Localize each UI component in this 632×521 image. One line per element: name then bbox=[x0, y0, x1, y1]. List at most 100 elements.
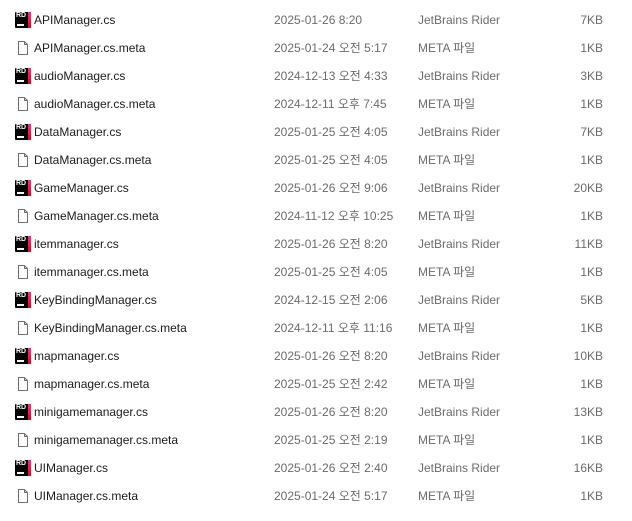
file-size: 3KB bbox=[580, 69, 603, 83]
file-size: 10KB bbox=[573, 349, 603, 363]
file-name: KeyBindingManager.cs.meta bbox=[34, 321, 187, 335]
file-size: 20KB bbox=[573, 181, 603, 195]
file-list: RD APIManager.cs 2025-01-26 8:20 JetBrains … bbox=[0, 0, 632, 510]
file-size: 1KB bbox=[580, 153, 603, 167]
file-modified-date: 2025-01-24 오전 5:17 bbox=[274, 489, 388, 503]
file-row[interactable]: UIManager.cs.meta 2025-01-24 오전 5:17 META … bbox=[0, 482, 632, 510]
file-row[interactable]: RD audioManager.cs 2024-12-13 오전 4:33 JetBr… bbox=[0, 62, 632, 90]
file-name: GameManager.cs.meta bbox=[34, 209, 159, 223]
file-name: UIManager.cs.meta bbox=[34, 489, 139, 503]
file-modified-date: 2024-12-11 오후 11:16 bbox=[274, 321, 393, 335]
file-name: DataManager.cs bbox=[34, 125, 122, 139]
file-row[interactable]: mapmanager.cs.meta 2025-01-25 오전 2:42 META… bbox=[0, 370, 632, 398]
file-name: APIManager.cs bbox=[34, 13, 116, 27]
file-type: JetBrains Rider bbox=[418, 349, 501, 363]
file-row[interactable]: RD GameManager.cs 2025-01-26 오전 9:06 JetBra… bbox=[0, 174, 632, 202]
file-modified-date: 2024-11-12 오후 10:25 bbox=[274, 209, 394, 223]
file-size: 7KB bbox=[580, 125, 603, 139]
file-name: mapmanager.cs bbox=[34, 349, 120, 363]
file-type: JetBrains Rider bbox=[418, 13, 501, 27]
file-name: minigamemanager.cs.meta bbox=[34, 433, 179, 447]
file-size: 1KB bbox=[580, 489, 603, 503]
file-size: 16KB bbox=[573, 461, 603, 475]
file-name: audioManager.cs bbox=[34, 69, 126, 83]
file-type: JetBrains Rider bbox=[418, 125, 501, 139]
file-size: 1KB bbox=[580, 41, 603, 55]
file-size: 13KB bbox=[573, 405, 603, 419]
file-type: JetBrains Rider bbox=[418, 405, 501, 419]
file-type: JetBrains Rider bbox=[418, 181, 501, 195]
file-icon bbox=[15, 96, 31, 112]
file-row[interactable]: GameManager.cs.meta 2024-11-12 오후 10:25 ME… bbox=[0, 202, 632, 230]
file-name: itemmanager.cs bbox=[34, 237, 119, 251]
file-icon bbox=[15, 264, 31, 280]
rider-icon: RD bbox=[15, 12, 31, 28]
file-row[interactable]: DataManager.cs.meta 2025-01-25 오전 4:05 MET… bbox=[0, 146, 632, 174]
file-type: JetBrains Rider bbox=[418, 69, 501, 83]
file-type: META 파일 bbox=[418, 209, 476, 223]
file-type: META 파일 bbox=[418, 377, 476, 391]
file-modified-date: 2025-01-25 오전 4:05 bbox=[274, 153, 388, 167]
rider-icon: RD bbox=[15, 348, 31, 364]
file-modified-date: 2024-12-13 오전 4:33 bbox=[274, 69, 388, 83]
rider-icon: RD bbox=[15, 460, 31, 476]
file-type: META 파일 bbox=[418, 153, 476, 167]
file-row[interactable]: minigamemanager.cs.meta 2025-01-25 오전 2:1… bbox=[0, 426, 632, 454]
file-modified-date: 2025-01-26 오전 9:06 bbox=[274, 181, 388, 195]
file-type: JetBrains Rider bbox=[418, 237, 501, 251]
rider-icon: RD bbox=[15, 236, 31, 252]
file-row[interactable]: RD KeyBindingManager.cs 2024-12-15 오전 2:06… bbox=[0, 286, 632, 314]
file-size: 1KB bbox=[580, 97, 603, 111]
file-icon bbox=[15, 432, 31, 448]
file-row[interactable]: RD itemmanager.cs 2025-01-26 오전 8:20 JetBra… bbox=[0, 230, 632, 258]
file-icon bbox=[15, 208, 31, 224]
file-type: META 파일 bbox=[418, 265, 476, 279]
file-row[interactable]: audioManager.cs.meta 2024-12-11 오후 7:45 ME… bbox=[0, 90, 632, 118]
file-name: minigamemanager.cs bbox=[34, 405, 149, 419]
file-row[interactable]: itemmanager.cs.meta 2025-01-25 오전 4:05 MET… bbox=[0, 258, 632, 286]
file-name: GameManager.cs bbox=[34, 181, 129, 195]
file-name: audioManager.cs.meta bbox=[34, 97, 156, 111]
file-size: 1KB bbox=[580, 321, 603, 335]
file-modified-date: 2025-01-25 오전 4:05 bbox=[274, 125, 388, 139]
file-size: 11KB bbox=[574, 237, 603, 251]
file-type: JetBrains Rider bbox=[418, 293, 501, 307]
rider-icon: RD bbox=[15, 68, 31, 84]
file-modified-date: 2025-01-26 8:20 bbox=[274, 13, 363, 27]
file-row[interactable]: RD mapmanager.cs 2025-01-26 오전 8:20 JetBrai… bbox=[0, 342, 632, 370]
file-row[interactable]: RD APIManager.cs 2025-01-26 8:20 JetBrains … bbox=[0, 6, 632, 34]
file-modified-date: 2025-01-26 오전 8:20 bbox=[274, 349, 388, 363]
file-modified-date: 2025-01-26 오전 8:20 bbox=[274, 405, 388, 419]
file-modified-date: 2025-01-24 오전 5:17 bbox=[274, 41, 388, 55]
file-name: itemmanager.cs.meta bbox=[34, 265, 149, 279]
file-modified-date: 2025-01-25 오전 2:19 bbox=[274, 433, 388, 447]
file-size: 1KB bbox=[580, 265, 603, 279]
file-modified-date: 2024-12-11 오후 7:45 bbox=[274, 97, 387, 111]
file-modified-date: 2025-01-26 오전 8:20 bbox=[274, 237, 388, 251]
file-name: APIManager.cs.meta bbox=[34, 41, 146, 55]
file-name: DataManager.cs.meta bbox=[34, 153, 152, 167]
file-type: JetBrains Rider bbox=[418, 461, 501, 475]
file-modified-date: 2025-01-25 오전 2:42 bbox=[274, 377, 388, 391]
file-size: 1KB bbox=[580, 433, 603, 447]
rider-icon: RD bbox=[15, 124, 31, 140]
rider-icon: RD bbox=[15, 404, 31, 420]
file-type: META 파일 bbox=[418, 433, 476, 447]
file-row[interactable]: APIManager.cs.meta 2025-01-24 오전 5:17 META… bbox=[0, 34, 632, 62]
file-row[interactable]: KeyBindingManager.cs.meta 2024-12-11 오후 1… bbox=[0, 314, 632, 342]
file-row[interactable]: RD DataManager.cs 2025-01-25 오전 4:05 JetBra… bbox=[0, 118, 632, 146]
file-type: META 파일 bbox=[418, 489, 476, 503]
file-name: KeyBindingManager.cs bbox=[34, 293, 157, 307]
file-icon bbox=[15, 488, 31, 504]
file-row[interactable]: RD minigamemanager.cs 2025-01-26 오전 8:20 Je… bbox=[0, 398, 632, 426]
rider-icon: RD bbox=[15, 292, 31, 308]
file-name: UIManager.cs bbox=[34, 461, 109, 475]
rider-icon: RD bbox=[15, 180, 31, 196]
file-row[interactable]: RD UIManager.cs 2025-01-26 오전 2:40 JetBrain… bbox=[0, 454, 632, 482]
file-type: META 파일 bbox=[418, 97, 476, 111]
file-icon bbox=[15, 320, 31, 336]
file-size: 5KB bbox=[580, 293, 603, 307]
file-modified-date: 2025-01-25 오전 4:05 bbox=[274, 265, 388, 279]
file-icon bbox=[15, 152, 31, 168]
file-name: mapmanager.cs.meta bbox=[34, 377, 150, 391]
